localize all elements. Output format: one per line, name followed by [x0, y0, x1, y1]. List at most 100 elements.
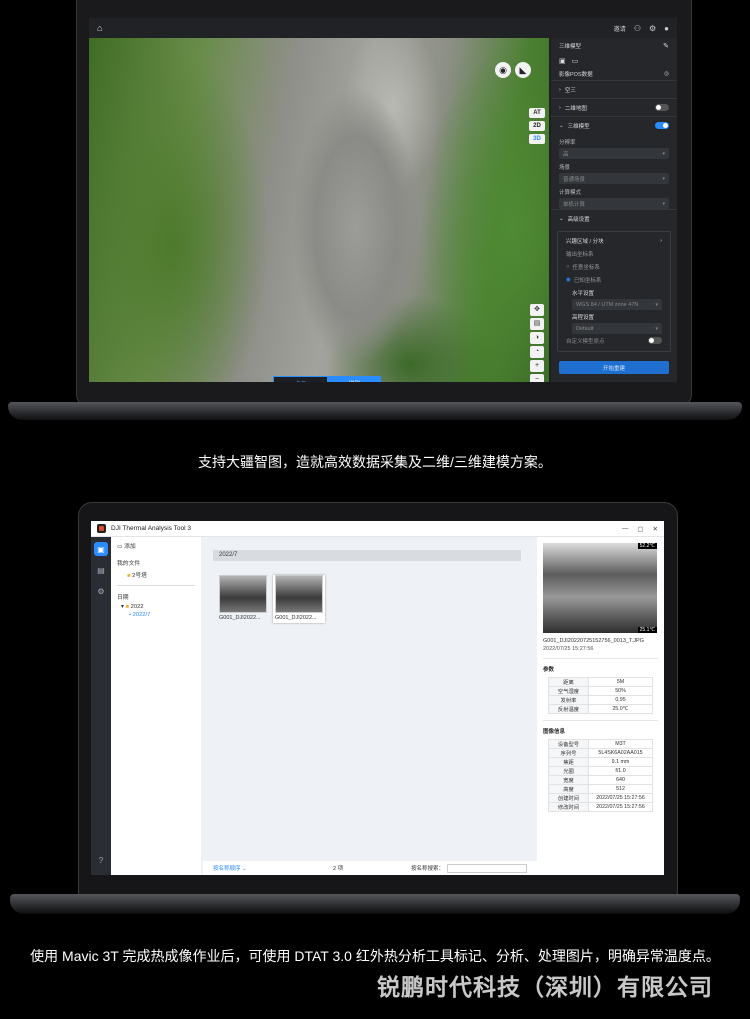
caption-terra: 支持大疆智图，造就高效数据采集及二维/三维建模方案。: [198, 454, 552, 470]
compute-mode-label: 计算模式: [559, 190, 582, 196]
panel-title: 三维模型: [559, 44, 582, 50]
row-value: 2022/07/25 15:27:56: [588, 793, 653, 803]
content-footer: 按名称顺序 ⌄ 2 项 按名称搜索：: [203, 861, 537, 875]
home-icon[interactable]: ⌂: [97, 23, 102, 33]
table-row: 高度 512: [548, 784, 653, 794]
start-reconstruction-button[interactable]: 开始重建: [559, 361, 669, 374]
view-mode-3d[interactable]: 3D: [529, 134, 545, 144]
thumbnail-item[interactable]: G001_DJI2022...: [217, 575, 269, 623]
table-row: 修改时间 2022/07/25 15:27:56: [548, 802, 653, 812]
row-key: 反射温度: [548, 704, 589, 714]
compute-mode-select[interactable]: 单机计算: [559, 198, 669, 209]
gear-icon[interactable]: ⚙: [94, 584, 108, 598]
chevron-down-icon: ⌄: [559, 122, 564, 129]
app-sidebar: ▣ ▤ ⚙ ?: [91, 537, 111, 875]
report-icon[interactable]: ▤: [94, 563, 108, 577]
date-group-header: 2022/7: [213, 550, 521, 561]
window-title: DJI Thermal Analysis Tool 3: [111, 525, 191, 532]
table-row: 焦距 9.1 mm: [548, 757, 653, 767]
thermal-tool-screen: DJI Thermal Analysis Tool 3 — ▢ ✕ ▣ ▤ ⚙ …: [91, 521, 664, 875]
sort-select[interactable]: 按名称顺序 ⌄: [213, 864, 293, 872]
image-detail-panel: 52.2℃ 25.1℃ G001_DJI20220725152756_0013_…: [537, 537, 664, 875]
zoom-in-icon[interactable]: +: [530, 360, 544, 372]
gallery-icon[interactable]: ▣: [94, 542, 108, 556]
region-block-item[interactable]: 兴趣区域 / 分块: [566, 237, 604, 245]
company-watermark: 锐鹏时代科技（深圳）有限公司: [377, 974, 713, 1000]
date-heading[interactable]: 日期: [117, 592, 195, 601]
month-label: 2022/7: [132, 612, 151, 618]
row-value: 5L4SK6A02AA015: [588, 748, 653, 758]
3d-model-item[interactable]: 三维模型: [568, 122, 590, 130]
compass-icon[interactable]: ✥: [530, 304, 544, 316]
thumbnail-area: 2022/7 G001_DJI2022... G001_DJI2022... 按…: [203, 537, 537, 875]
2d-map-toggle[interactable]: [655, 104, 669, 111]
add-button[interactable]: ▭ 添加: [117, 541, 195, 550]
resolution-label: 分辨率: [559, 140, 576, 146]
aerial-triangulation-item[interactable]: 空三: [565, 86, 576, 94]
row-value: 512: [588, 784, 653, 794]
close-button[interactable]: ✕: [653, 525, 658, 533]
year-label: 2022: [130, 604, 144, 610]
sort-label: 按名称顺序: [213, 866, 241, 872]
table-row: 光圈 f/1.0: [548, 766, 653, 776]
search-input[interactable]: [447, 863, 527, 873]
user-icon[interactable]: ●: [664, 24, 669, 33]
edit-icon[interactable]: ✎: [663, 42, 669, 50]
2d-map-item[interactable]: 二维地图: [565, 104, 587, 112]
custom-origin-toggle[interactable]: [648, 337, 662, 344]
folder-icon[interactable]: ▭: [572, 57, 579, 65]
scene-select[interactable]: 普通场景: [559, 173, 669, 184]
resolution-select[interactable]: 高: [559, 148, 669, 159]
image-icon[interactable]: ▣: [559, 57, 566, 65]
share-icon[interactable]: ⚇: [634, 24, 641, 33]
row-value: 640: [588, 775, 653, 785]
app-logo-icon: [97, 524, 106, 533]
maximize-button[interactable]: ▢: [637, 525, 643, 533]
view-mode-2d[interactable]: 2D: [529, 121, 545, 131]
chevron-right-icon: ›: [559, 86, 561, 93]
light-icon[interactable]: ◔: [530, 346, 544, 358]
thumbnail-name: G001_DJI2022...: [219, 615, 261, 621]
invite-link[interactable]: 邀请: [614, 24, 626, 33]
file-tree: ▭ 添加 我的文件 ■ 2号塔 日期 ▾ ■ 2022 • 2022/7: [111, 537, 201, 875]
measure-icon[interactable]: ◣: [515, 62, 531, 78]
thumbnail-item-selected[interactable]: G001_DJI2022...: [273, 575, 325, 623]
minimize-button[interactable]: —: [622, 525, 629, 533]
model-tab[interactable]: 模型: [328, 376, 381, 382]
elevation-select[interactable]: Default: [572, 323, 662, 334]
chevron-right-icon: ›: [660, 237, 662, 244]
eye-icon[interactable]: ◎: [664, 71, 669, 77]
row-value: 50%: [588, 686, 653, 696]
layers-icon[interactable]: ▤: [530, 318, 544, 330]
advanced-settings[interactable]: 高级设置: [568, 215, 590, 223]
row-key: 高度: [548, 784, 589, 794]
horizontal-select[interactable]: WGS 84 / UTM zone 47N: [572, 299, 662, 310]
map-toolbar: ✥ ▤ ◑ ◔ + −: [530, 304, 544, 382]
radio-known-crs[interactable]: ◉: [566, 277, 571, 283]
row-key: 光圈: [548, 766, 589, 776]
camera-icon[interactable]: ◉: [495, 62, 511, 78]
terra-topbar: ⌂ 邀请 ⚇ ⚙ ●: [89, 18, 677, 38]
3d-model-toggle[interactable]: [655, 122, 669, 129]
gear-icon[interactable]: ⚙: [649, 24, 656, 33]
pointcloud-tab[interactable]: 点云: [273, 376, 328, 382]
contrast-icon[interactable]: ◑: [530, 332, 544, 344]
tree-item-folder[interactable]: ■ 2号塔: [117, 570, 195, 579]
thermal-preview[interactable]: 52.2℃ 25.1℃: [543, 543, 657, 633]
zoom-out-icon[interactable]: −: [530, 374, 544, 382]
view-mode-switch: AT 2D 3D: [529, 108, 545, 144]
caption-thermal: 使用 Mavic 3T 完成热成像作业后，可使用 DTAT 3.0 红外热分析工…: [30, 948, 720, 964]
my-files-heading[interactable]: 我的文件: [117, 558, 195, 567]
pos-data-label: 影像POS数据: [559, 71, 593, 78]
scene-label: 场景: [559, 165, 571, 171]
radio-any-crs[interactable]: ○: [566, 264, 569, 270]
window-titlebar: DJI Thermal Analysis Tool 3 — ▢ ✕: [91, 521, 664, 537]
table-row: 发射率 0.95: [548, 695, 653, 705]
tree-item-year[interactable]: ▾ ■ 2022: [117, 604, 195, 610]
row-key: 空气湿度: [548, 686, 589, 696]
3d-model-view[interactable]: ◉ ◣ AT 2D 3D ✥ ▤ ◑ ◔ + − 点云 模型: [89, 38, 549, 382]
help-icon[interactable]: ?: [94, 853, 108, 867]
row-key: 修改时间: [548, 802, 589, 812]
view-mode-at[interactable]: AT: [529, 108, 545, 118]
tree-item-month[interactable]: • 2022/7: [117, 612, 195, 618]
